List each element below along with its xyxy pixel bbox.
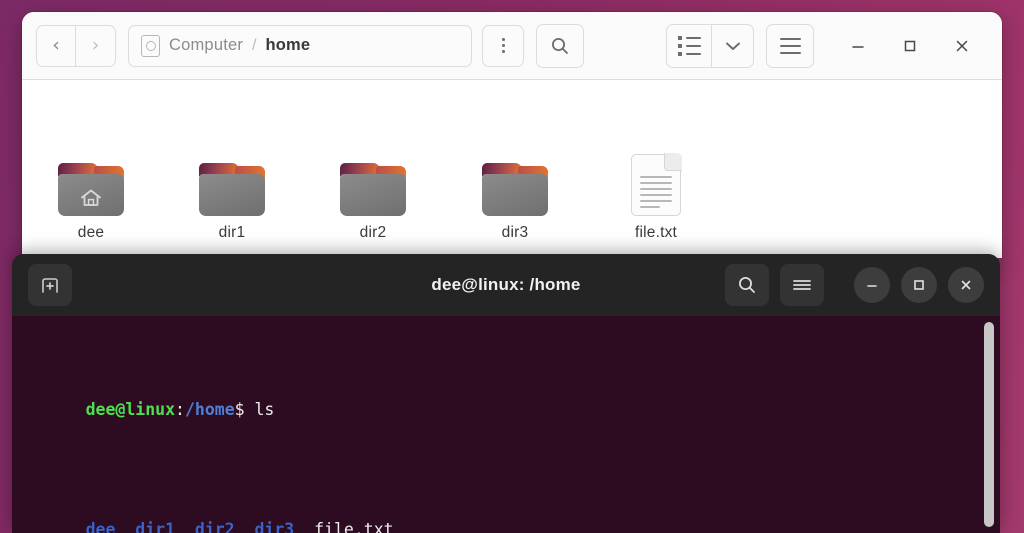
ls-files: file.txt xyxy=(294,520,394,533)
ls-directories: dee dir1 dir2 dir3 xyxy=(85,520,295,533)
file-manager-window: ‹ › Computer / home dee dir1 dir2 dir3 f… xyxy=(22,12,1002,258)
file-item-dir3[interactable]: dir3 xyxy=(455,154,575,242)
terminal-search-button[interactable] xyxy=(725,264,769,306)
file-item-label: dir1 xyxy=(218,224,246,241)
terminal-scrollbar[interactable] xyxy=(984,322,994,527)
terminal-line: dee@linux:/home$ ls xyxy=(26,374,1000,446)
new-tab-button[interactable] xyxy=(28,264,72,306)
breadcrumb-item-home[interactable]: home xyxy=(266,36,311,55)
maximize-button[interactable] xyxy=(884,24,936,68)
minimize-button[interactable] xyxy=(832,24,884,68)
file-item-label: file.txt xyxy=(634,224,678,241)
file-item-label: dee xyxy=(77,224,105,241)
file-item-file-txt[interactable]: file.txt xyxy=(596,153,716,242)
view-mode-buttons xyxy=(666,23,754,68)
view-options-dropdown[interactable] xyxy=(712,23,754,68)
list-view-button[interactable] xyxy=(666,23,712,68)
terminal-menu-button[interactable] xyxy=(780,264,824,306)
folder-icon xyxy=(313,154,433,216)
terminal-output[interactable]: dee@linux:/home$ ls dee dir1 dir2 dir3 f… xyxy=(12,316,1000,533)
terminal-line: dee dir1 dir2 dir3 file.txt xyxy=(26,494,1000,533)
folder-icon xyxy=(172,154,292,216)
maximize-icon xyxy=(904,40,916,51)
chevron-right-icon: › xyxy=(91,34,100,56)
main-menu-button[interactable] xyxy=(766,23,814,68)
list-view-icon xyxy=(677,35,701,56)
minimize-icon xyxy=(867,285,877,287)
window-controls xyxy=(832,24,988,68)
chevron-down-icon xyxy=(725,42,740,50)
forward-button[interactable]: › xyxy=(76,24,116,67)
terminal-close-button[interactable] xyxy=(948,267,984,303)
file-item-dir2[interactable]: dir2 xyxy=(313,154,433,242)
text-file-icon xyxy=(596,153,716,216)
path-options-button[interactable] xyxy=(482,24,524,67)
terminal-header: dee@linux: /home xyxy=(12,254,1000,316)
folder-icon xyxy=(455,154,575,216)
navigation-buttons: ‹ › xyxy=(36,24,116,67)
file-item-label: dir2 xyxy=(359,224,387,241)
new-tab-icon xyxy=(42,278,58,293)
maximize-icon xyxy=(914,280,924,290)
terminal-maximize-button[interactable] xyxy=(901,267,937,303)
search-icon xyxy=(739,277,755,293)
close-icon xyxy=(961,280,971,290)
prompt-colon: : xyxy=(175,400,185,419)
file-item-dir1[interactable]: dir1 xyxy=(172,154,292,242)
file-manager-toolbar: ‹ › Computer / home xyxy=(22,12,1002,80)
terminal-command: $ ls xyxy=(234,400,275,419)
breadcrumb-separator: / xyxy=(252,36,257,54)
hamburger-icon xyxy=(779,37,801,54)
terminal-minimize-button[interactable] xyxy=(854,267,890,303)
minimize-icon xyxy=(852,45,864,48)
back-button[interactable]: ‹ xyxy=(36,24,76,67)
folder-home-icon xyxy=(31,154,151,216)
chevron-left-icon: ‹ xyxy=(52,34,60,56)
close-button[interactable] xyxy=(936,24,988,68)
home-glyph-icon xyxy=(81,189,101,206)
file-item-label: dir3 xyxy=(501,224,529,241)
prompt-user-host: dee@linux xyxy=(85,400,176,419)
computer-drive-icon xyxy=(141,34,160,57)
prompt-path: /home xyxy=(184,400,235,419)
terminal-header-buttons xyxy=(725,264,984,306)
search-button[interactable] xyxy=(536,23,584,68)
file-list-area[interactable]: dee dir1 dir2 dir3 file.txt xyxy=(22,80,1002,258)
breadcrumb[interactable]: Computer / home xyxy=(128,24,472,67)
breadcrumb-item-computer[interactable]: Computer xyxy=(169,36,243,55)
file-item-dee[interactable]: dee xyxy=(31,154,151,242)
hamburger-icon xyxy=(793,280,811,290)
vertical-dots-icon xyxy=(501,38,505,53)
terminal-window: dee@linux: /home dee@linux:/home$ ls dee… xyxy=(12,254,1000,533)
close-icon xyxy=(956,40,968,51)
search-icon xyxy=(552,37,568,54)
